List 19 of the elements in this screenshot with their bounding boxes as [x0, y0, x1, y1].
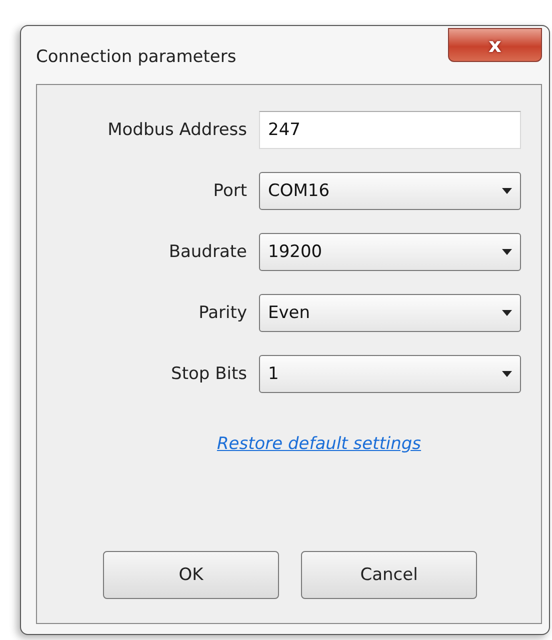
window-title: Connection parameters [36, 47, 236, 67]
ok-button[interactable]: OK [103, 551, 279, 599]
field-label: Baudrate [168, 242, 247, 262]
dropdown[interactable]: Even [259, 294, 521, 332]
dropdown[interactable]: 1 [259, 355, 521, 393]
address-input[interactable]: 247 [259, 111, 521, 149]
field-label: Stop Bits [170, 364, 247, 384]
caret-icon [502, 249, 512, 255]
field-label: Parity [198, 303, 247, 323]
dropdown[interactable]: 19200 [259, 233, 521, 271]
field-label: Port [212, 181, 247, 201]
caret-icon [502, 188, 512, 194]
dropdown[interactable]: COM16 [259, 172, 521, 210]
field-label: Modbus Address [106, 120, 247, 140]
caret-icon [502, 371, 512, 377]
restore-defaults-link[interactable]: Restore default settings [216, 434, 422, 454]
caret-icon [502, 310, 512, 316]
cancel-button[interactable]: Cancel [301, 551, 477, 599]
close-button[interactable]: x [448, 28, 542, 62]
